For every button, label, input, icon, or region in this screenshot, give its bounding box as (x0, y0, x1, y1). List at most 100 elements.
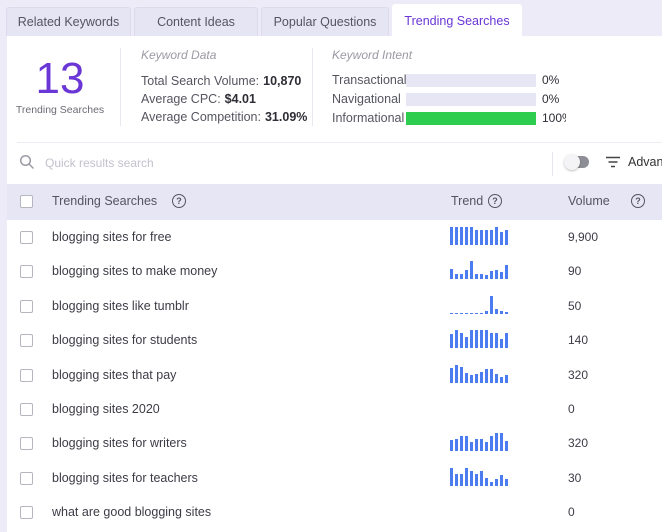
trend-bar (480, 371, 483, 383)
keyword-link[interactable]: what are good blogging sites (52, 505, 211, 519)
trend-bar (475, 438, 478, 452)
stat-value: 10,870 (263, 74, 302, 88)
trend-bar (465, 312, 468, 314)
keyword-link[interactable]: blogging sites to make money (52, 264, 217, 278)
trend-bar (475, 474, 478, 486)
toggle-knob (564, 154, 580, 170)
trend-bar (495, 269, 498, 280)
trend-bar (505, 312, 508, 314)
tab-bar: Related Keywords Content Ideas Popular Q… (6, 4, 525, 36)
tab-trending-searches[interactable]: Trending Searches (392, 4, 522, 36)
trend-sparkline (450, 225, 510, 245)
trend-bar (490, 482, 493, 486)
keyword-link[interactable]: blogging sites for teachers (52, 471, 198, 485)
quick-search-input[interactable] (45, 152, 445, 174)
select-all-checkbox[interactable] (20, 195, 33, 208)
trend-bar (485, 369, 488, 383)
volume-value: 320 (568, 367, 589, 382)
keyword-link[interactable]: blogging sites for writers (52, 436, 187, 450)
trend-bar (480, 438, 483, 452)
divider (17, 142, 662, 143)
trend-sparkline (450, 500, 510, 520)
trend-bar (505, 440, 508, 452)
trend-bar (495, 309, 498, 314)
keyword-link[interactable]: blogging sites for free (52, 230, 172, 244)
trend-bar (480, 330, 483, 349)
trend-bar (455, 474, 458, 486)
trend-bar (450, 268, 453, 280)
trend-bar (490, 295, 493, 314)
trend-bar (455, 312, 458, 314)
column-header-volume[interactable]: Volume (568, 194, 610, 208)
row-checkbox[interactable] (20, 368, 33, 382)
trend-bar (470, 441, 473, 452)
row-checkbox[interactable] (20, 265, 33, 279)
trend-bar (480, 312, 483, 314)
column-header-trend[interactable]: Trend (451, 194, 483, 208)
average-cpc: Average CPC: $4.01 (141, 92, 256, 106)
volume-value: 9,900 (568, 230, 599, 244)
filter-icon[interactable] (606, 156, 620, 168)
intent-bar-transactional (406, 74, 536, 87)
volume-value: 30 (568, 470, 582, 485)
keyword-link[interactable]: blogging sites that pay (52, 368, 176, 382)
search-toolbar: Advanced (7, 144, 662, 184)
trend-bar (490, 229, 493, 245)
trend-bar (450, 467, 453, 486)
row-checkbox[interactable] (20, 471, 33, 485)
trend-bar (465, 337, 468, 349)
volume-value: 320 (568, 436, 589, 451)
trend-bar (470, 312, 473, 314)
stat-value: $4.01 (224, 92, 256, 106)
volume-value: 90 (568, 264, 582, 279)
trend-bar (480, 470, 483, 486)
trend-bar (500, 311, 503, 314)
column-header-keyword[interactable]: Trending Searches (52, 194, 157, 208)
trend-bar (450, 333, 453, 349)
table-row: blogging sites 2020 0 (7, 392, 662, 426)
trend-bar (455, 330, 458, 349)
row-checkbox[interactable] (20, 299, 33, 313)
tab-content-ideas[interactable]: Content Ideas (134, 7, 258, 36)
row-checkbox[interactable] (20, 231, 33, 244)
tab-related-keywords[interactable]: Related Keywords (6, 7, 131, 36)
table-row: what are good blogging sites 0 (7, 495, 662, 529)
row-checkbox[interactable] (20, 506, 33, 520)
trend-bar (475, 274, 478, 280)
advanced-filters-button[interactable]: Advanced (628, 155, 662, 169)
trend-bar (450, 439, 453, 452)
trend-bar (450, 368, 453, 383)
row-checkbox[interactable] (20, 334, 33, 348)
table-header: Trending Searches ? Trend ? Volume ? (7, 184, 662, 220)
trend-bar (475, 229, 478, 245)
trend-bar (470, 227, 473, 245)
help-icon[interactable]: ? (172, 194, 186, 208)
trend-sparkline (450, 259, 510, 280)
stat-label: Total Search Volume: (141, 74, 260, 88)
trend-sparkline (450, 294, 510, 314)
trend-bar (505, 265, 508, 280)
trend-bar (500, 272, 503, 280)
trend-bar (460, 312, 463, 314)
keyword-data-title: Keyword Data (141, 48, 217, 62)
table-row: blogging sites for teachers 30 (7, 461, 662, 495)
trend-bar (485, 311, 488, 314)
trend-sparkline (450, 466, 510, 486)
trend-sparkline (450, 363, 510, 383)
row-checkbox[interactable] (20, 403, 33, 416)
trend-bar (485, 441, 488, 452)
volume-value: 50 (568, 298, 582, 313)
trend-bar (500, 339, 503, 349)
tab-popular-questions[interactable]: Popular Questions (261, 7, 389, 36)
toggle-switch[interactable] (564, 154, 589, 170)
help-icon[interactable]: ? (488, 194, 502, 208)
trend-bar (500, 475, 503, 486)
keyword-link[interactable]: blogging sites for students (52, 333, 197, 347)
stat-label: Average Competition: (141, 110, 261, 124)
keyword-link[interactable]: blogging sites 2020 (52, 402, 160, 416)
trend-bar (470, 330, 473, 349)
row-checkbox[interactable] (20, 437, 33, 451)
summary-section: 13 Trending Searches Keyword Data Total … (7, 36, 662, 144)
help-icon[interactable]: ? (631, 194, 645, 208)
keyword-link[interactable]: blogging sites like tumblr (52, 299, 189, 313)
